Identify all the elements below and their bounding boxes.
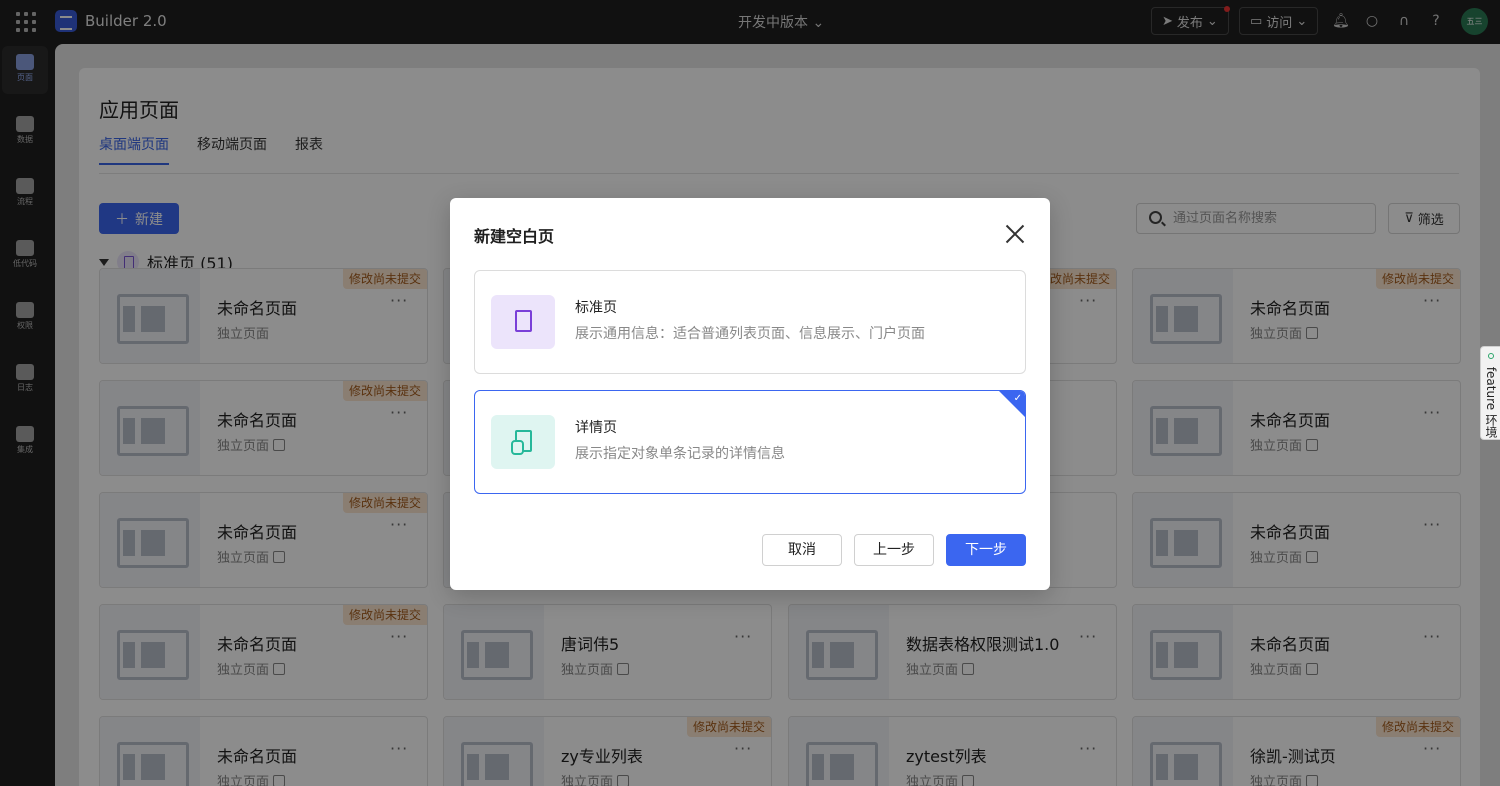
- feature-tab-label: feature 环境: [1484, 366, 1498, 438]
- new-blank-page-dialog: 新建空白页 标准页 展示通用信息：适合普通列表页面、信息展示、门户页面 详情页 …: [450, 198, 1050, 590]
- check-icon: ✓: [1013, 393, 1022, 404]
- cancel-button[interactable]: 取消: [762, 534, 842, 566]
- close-icon[interactable]: [1004, 223, 1026, 245]
- option-detail-page[interactable]: 详情页 展示指定对象单条记录的详情信息 ✓: [474, 390, 1026, 494]
- dialog-title: 新建空白页: [474, 227, 555, 246]
- feature-environment-tab[interactable]: feature 环境: [1480, 346, 1500, 440]
- document-database-icon: [511, 430, 532, 455]
- standard-page-icon: [491, 295, 555, 349]
- status-dot-icon: [1488, 352, 1494, 359]
- next-step-button[interactable]: 下一步: [946, 534, 1026, 566]
- option-description: 展示通用信息：适合普通列表页面、信息展示、门户页面: [575, 326, 925, 342]
- option-title: 详情页: [575, 420, 617, 436]
- document-icon: [515, 310, 532, 332]
- detail-page-icon: [491, 415, 555, 469]
- previous-step-button[interactable]: 上一步: [854, 534, 934, 566]
- option-standard-page[interactable]: 标准页 展示通用信息：适合普通列表页面、信息展示、门户页面: [474, 270, 1026, 374]
- option-description: 展示指定对象单条记录的详情信息: [575, 446, 785, 462]
- option-title: 标准页: [575, 300, 617, 316]
